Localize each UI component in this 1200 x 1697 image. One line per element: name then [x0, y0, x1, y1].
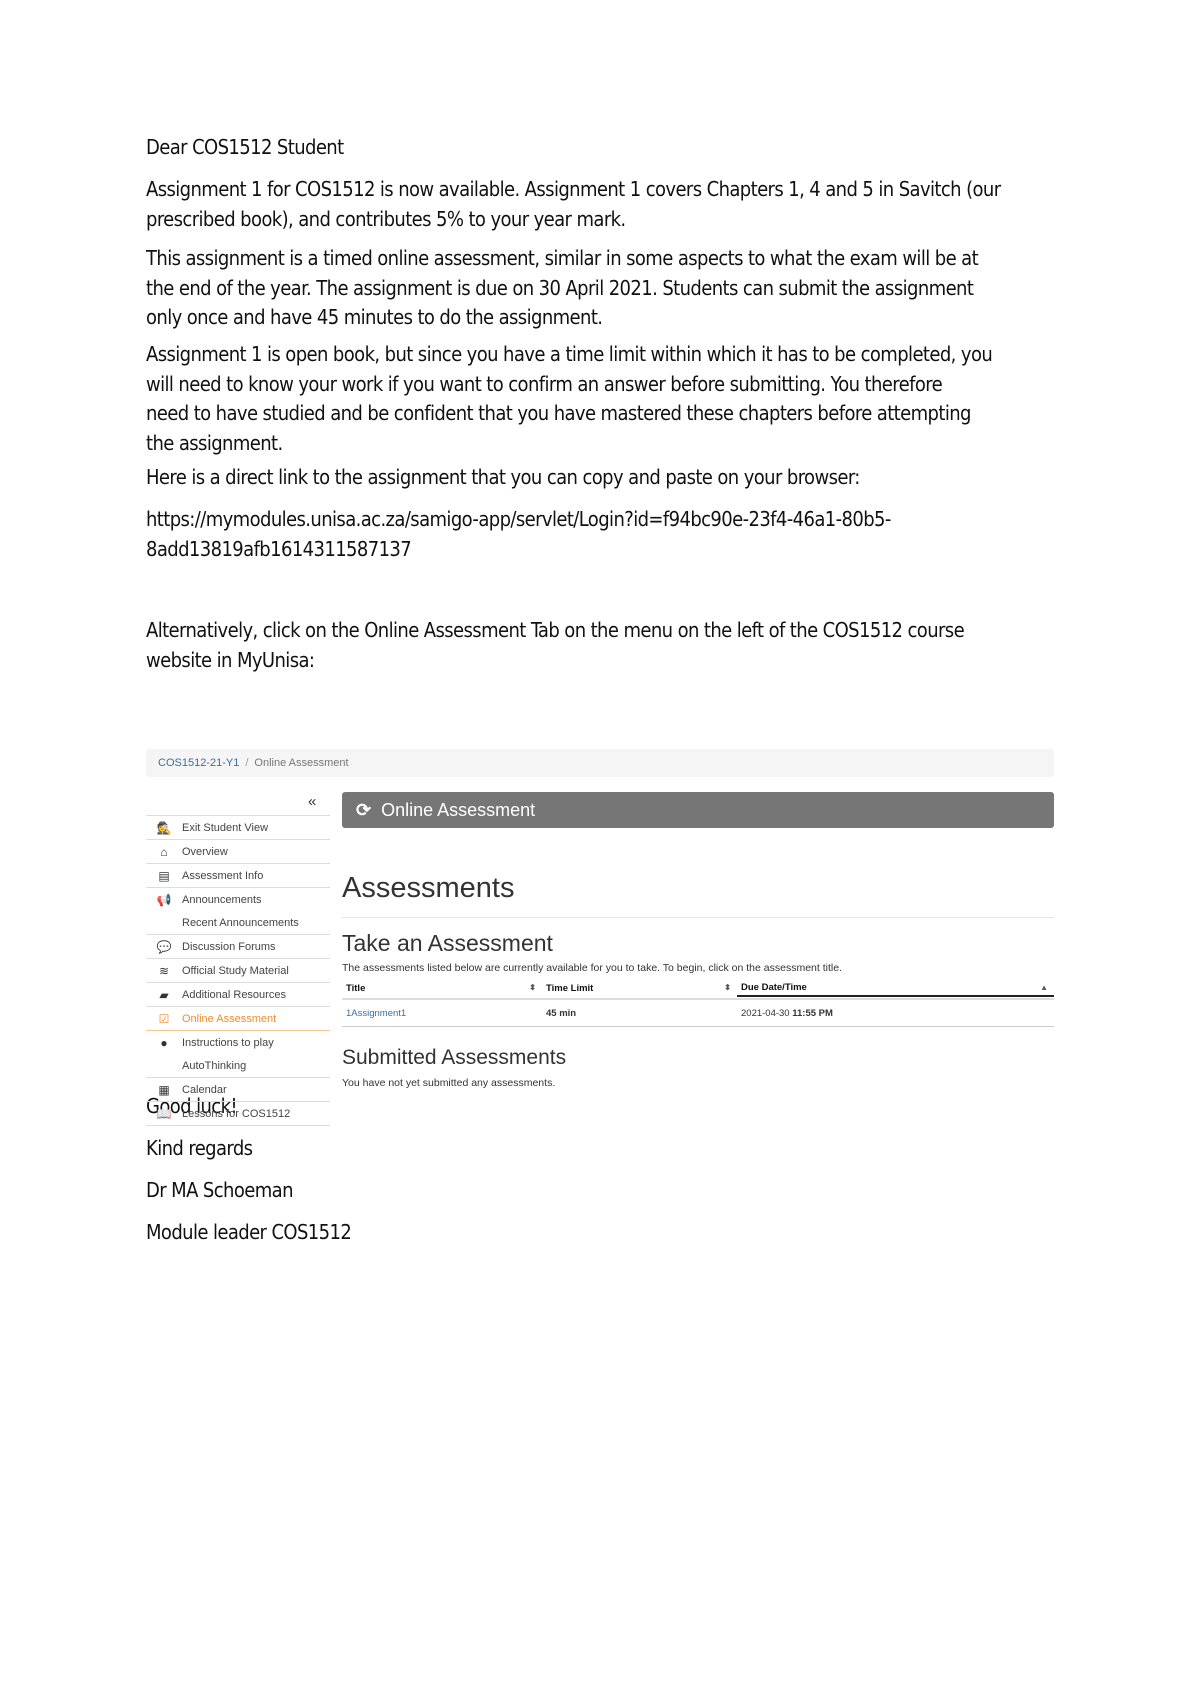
sort-icon[interactable]: ⬍	[529, 983, 536, 992]
bullhorn-icon: 📢	[156, 892, 172, 907]
sidebar-item-label: Announcements	[182, 893, 262, 906]
sidebar-item-label: Additional Resources	[182, 988, 286, 1001]
header-label: Title	[346, 982, 366, 994]
sidebar-nav: 🕵 Exit Student View ⌂ Overview ▤ Assessment I…	[146, 815, 330, 1126]
sidebar-item-recent-announcements[interactable]: Recent Announcements	[146, 911, 330, 935]
paragraph-open-book: Assignment 1 is open book, but since you…	[146, 340, 1056, 458]
sidebar-item-online-assessment[interactable]: ☑ Online Assessment	[146, 1007, 330, 1031]
divider	[342, 917, 1054, 918]
column-header-due-date[interactable]: Due Date/Time ▲	[737, 979, 1054, 997]
sidebar-item-additional-resources[interactable]: ▰ Additional Resources	[146, 983, 330, 1007]
link-line[interactable]: https://mymodules.unisa.ac.za/samigo-app…	[146, 505, 1056, 535]
sidebar-item-label: Calendar	[182, 1083, 227, 1096]
breadcrumb: COS1512-21-Y1 / Online Assessment	[146, 749, 1054, 777]
submitted-assessments-heading: Submitted Assessments	[342, 1046, 567, 1069]
sidebar-item-calendar[interactable]: ▦ Calendar	[146, 1078, 330, 1102]
text-line: This assignment is a timed online assess…	[146, 246, 979, 270]
table-row: 1Assignment1 45 min 2021-04-30 11:55 PM	[342, 1000, 1054, 1027]
header-label: Due Date/Time	[741, 982, 807, 993]
text-line: Assignment 1 is open book, but since you…	[146, 342, 993, 366]
table-header: Title ⬍ Time Limit ⬍ Due Date/Time ▲	[342, 978, 1054, 1000]
take-assessment-heading: Take an Assessment	[342, 930, 553, 956]
sidebar-item-label: Instructions to play	[182, 1036, 274, 1049]
tool-title: Online Assessment	[381, 800, 536, 820]
text-line: the assignment.	[146, 430, 283, 455]
column-header-title[interactable]: Title ⬍	[342, 983, 542, 994]
closing-regards: Kind regards	[146, 1136, 253, 1160]
sidebar-item-label: Assessment Info	[182, 869, 264, 882]
text-line: only once and have 45 minutes to do the …	[146, 305, 603, 329]
text-line: website in MyUnisa:	[146, 647, 315, 672]
sidebar-item-label: Online Assessment	[182, 1012, 277, 1025]
stack-icon: ≋	[158, 963, 170, 978]
paragraph-availability: Assignment 1 for COS1512 is now availabl…	[146, 175, 1056, 234]
sidebar-item-exit-student-view[interactable]: 🕵 Exit Student View	[146, 815, 330, 840]
comments-icon: 💬	[156, 939, 172, 954]
text-line: will need to know your work if you want …	[146, 371, 943, 396]
sidebar-item-label: Official Study Material	[182, 964, 289, 977]
sidebar-item-label: Lessons for COS1512	[182, 1107, 291, 1120]
header-label: Time Limit	[546, 982, 594, 994]
sort-ascending-icon[interactable]: ▲	[1040, 979, 1048, 997]
sidebar-item-overview[interactable]: ⌂ Overview	[146, 840, 330, 864]
breadcrumb-separator: /	[245, 757, 249, 769]
text-line: Assignment 1 for COS1512 is now availabl…	[146, 177, 1001, 201]
text-line: prescribed book), and contributes 5% to …	[146, 206, 626, 231]
time-limit-value: 45 min	[546, 1007, 577, 1019]
link-line[interactable]: 8add13819afb1614311587137	[146, 535, 1056, 565]
sidebar-item-label: Overview	[182, 845, 228, 858]
text-line: need to have studied and be confident th…	[146, 401, 971, 425]
signature-name: Dr MA Schoeman	[146, 1178, 293, 1202]
assessments-table: Title ⬍ Time Limit ⬍ Due Date/Time ▲ 1Assig…	[342, 978, 1054, 1027]
sidebar-item-discussion-forums[interactable]: 💬 Discussion Forums	[146, 935, 330, 959]
globe-icon: ●	[160, 1035, 168, 1050]
main-content: ⟳ Online Assessment Assessments Take an …	[342, 792, 1054, 1089]
sidebar-item-label: Exit Student View	[182, 821, 269, 834]
sidebar-item-assessment-info[interactable]: ▤ Assessment Info	[146, 864, 330, 888]
paragraph-timed: This assignment is a timed online assess…	[146, 244, 1056, 333]
column-header-time-limit[interactable]: Time Limit ⬍	[542, 983, 737, 994]
myunisa-screenshot: COS1512-21-Y1 / Online Assessment « 🕵 Exit …	[146, 749, 1054, 1129]
signature-title: Module leader COS1512	[146, 1220, 352, 1244]
breadcrumb-course-link[interactable]: COS1512-21-Y1	[158, 757, 239, 769]
home-icon: ⌂	[160, 844, 168, 859]
sidebar-item-autothinking[interactable]: AutoThinking	[146, 1054, 330, 1078]
sidebar-item-label: Recent Announcements	[182, 916, 299, 929]
folder-open-icon: ▰	[159, 987, 169, 1002]
sidebar-item-lessons-for-cos1512[interactable]: 📖 Lessons for COS1512	[146, 1102, 330, 1126]
page-heading: Assessments	[342, 872, 515, 904]
sidebar-item-instructions-to-play[interactable]: ● Instructions to play	[146, 1031, 330, 1054]
refresh-icon[interactable]: ⟳	[356, 792, 371, 828]
calendar-icon: ▦	[158, 1082, 170, 1097]
breadcrumb-current: Online Assessment	[254, 757, 349, 769]
sidebar-item-label: Discussion Forums	[182, 940, 276, 953]
sidebar-item-announcements[interactable]: 📢 Announcements	[146, 888, 330, 911]
user-secret-icon: 🕵	[156, 820, 172, 835]
greeting: Dear COS1512 Student	[146, 135, 344, 159]
due-time-value: 11:55 PM	[792, 1007, 833, 1019]
collapse-menu-icon[interactable]: «	[308, 793, 316, 810]
sort-icon[interactable]: ⬍	[724, 983, 731, 992]
text-line: the end of the year. The assignment is d…	[146, 275, 974, 300]
text-line: Alternatively, click on the Online Asses…	[146, 618, 965, 642]
take-assessment-description: The assessments listed below are current…	[342, 962, 842, 974]
tool-banner: ⟳ Online Assessment	[342, 792, 1054, 828]
submitted-assessments-message: You have not yet submitted any assessmen…	[342, 1077, 556, 1089]
paragraph-alternative: Alternatively, click on the Online Asses…	[146, 616, 1056, 675]
sidebar-item-label: AutoThinking	[182, 1059, 247, 1072]
book-icon: 📖	[156, 1106, 172, 1121]
sidebar-item-official-study-material[interactable]: ≋ Official Study Material	[146, 959, 330, 983]
check-square-icon: ☑	[158, 1011, 170, 1026]
due-date-value: 2021-04-30	[741, 1007, 790, 1019]
file-icon: ▤	[158, 868, 170, 883]
assessment-title-link[interactable]: 1Assignment1	[346, 1008, 406, 1019]
paragraph-link-intro: Here is a direct link to the assignment …	[146, 465, 860, 489]
assignment-link[interactable]: https://mymodules.unisa.ac.za/samigo-app…	[146, 505, 1056, 564]
